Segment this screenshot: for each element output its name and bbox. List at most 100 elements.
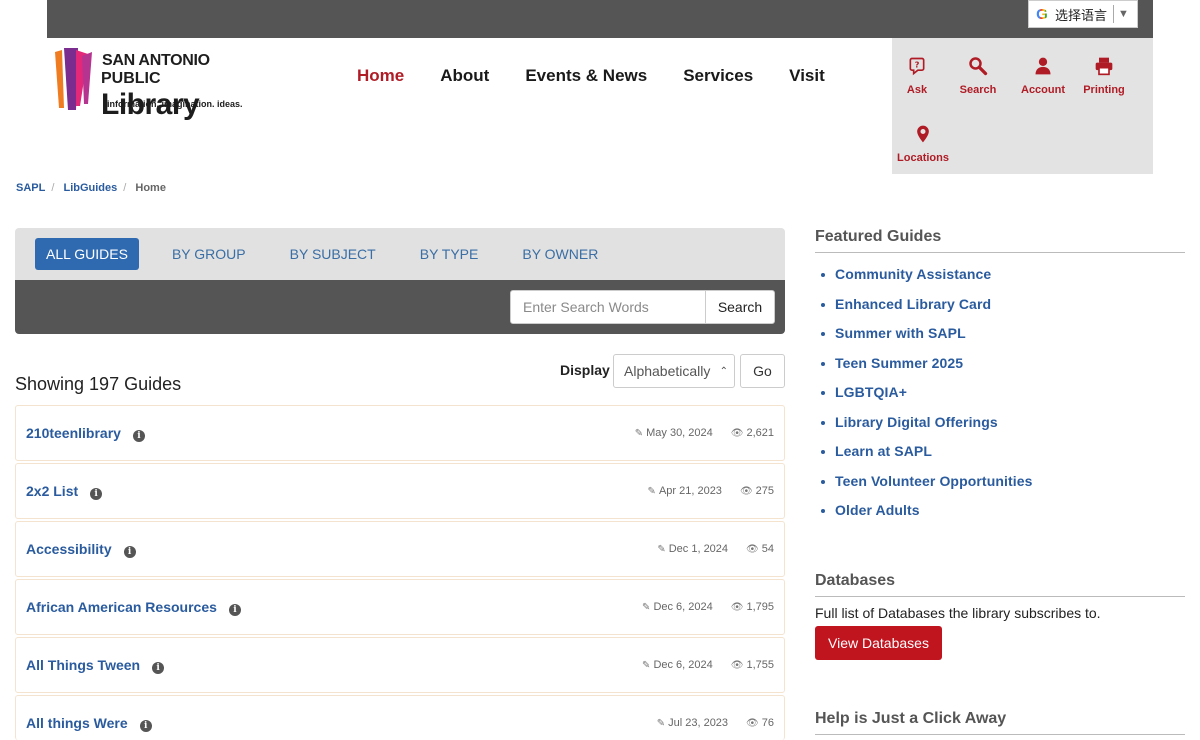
eye-icon: 👁 [746, 718, 759, 729]
guide-link[interactable]: All things Were i [26, 715, 152, 732]
guide-search-bar: Search [15, 280, 785, 334]
breadcrumb-sapl[interactable]: SAPL [16, 182, 45, 194]
map-pin-icon [896, 124, 950, 150]
nav-about[interactable]: About [440, 66, 489, 86]
translate-bar: G 选择语言 ▼ [47, 0, 1153, 38]
guide-link[interactable]: 210teenlibrary i [26, 425, 145, 442]
featured-guide-link[interactable]: Enhanced Library Card [835, 296, 991, 312]
eye-icon: 👁 [730, 602, 744, 613]
quick-link-search[interactable]: Search [958, 56, 998, 96]
list-item: African American Resources i ✎ Dec 6, 2024… [15, 579, 785, 635]
tab-by-group[interactable]: BY GROUP [172, 246, 246, 262]
featured-guide-link[interactable]: LGBTQIA+ [835, 384, 907, 400]
list-item: Accessibility i ✎ Dec 1, 2024 👁 54 [15, 521, 785, 577]
language-selector-label: 选择语言 [1055, 7, 1108, 23]
go-button[interactable]: Go [740, 354, 785, 388]
featured-guides-heading: Featured Guides [815, 228, 1185, 253]
guide-meta: ✎ Apr 21, 2023 👁 275 [648, 485, 774, 497]
edit-icon: ✎ [634, 428, 644, 439]
tab-by-type[interactable]: BY TYPE [420, 246, 479, 262]
nav-visit[interactable]: Visit [789, 66, 825, 86]
guide-meta: ✎ Dec 1, 2024 👁 54 [657, 543, 774, 555]
quick-link-label: Ask [906, 84, 928, 96]
featured-guide-link[interactable]: Teen Summer 2025 [835, 355, 963, 371]
nav-services[interactable]: Services [683, 66, 753, 86]
quick-links-panel: ? Ask Search Account Printing Locations [892, 38, 1153, 174]
library-logo[interactable]: SAN ANTONIO PUBLIC Library information. … [52, 46, 252, 121]
google-g-icon: G [1036, 5, 1048, 23]
list-item: Library Digital Offerings [821, 414, 1033, 444]
list-item: All things Were i ✎ Jul 23, 2023 👁 76 [15, 695, 785, 740]
list-item: Older Adults [821, 502, 1033, 532]
eye-icon: 👁 [730, 428, 744, 439]
nav-events-news[interactable]: Events & News [525, 66, 647, 86]
guide-tabs: ALL GUIDES BY GROUP BY SUBJECT BY TYPE B… [15, 228, 785, 280]
quick-link-label: Printing [1083, 84, 1125, 96]
guide-date: Jul 23, 2023 [668, 717, 729, 729]
guide-link[interactable]: All Things Tween i [26, 657, 165, 674]
eye-icon: 👁 [746, 544, 759, 555]
tab-by-owner[interactable]: BY OWNER [522, 246, 598, 262]
guide-date: May 30, 2024 [646, 427, 713, 439]
list-item: 210teenlibrary i ✎ May 30, 2024 👁 2,621 [15, 405, 785, 461]
featured-guide-link[interactable]: Community Assistance [835, 266, 991, 282]
guide-meta: ✎ Dec 6, 2024 👁 1,755 [642, 659, 774, 671]
featured-guides-list: Community Assistance Enhanced Library Ca… [821, 266, 1033, 532]
guide-views: 76 [761, 717, 774, 729]
guide-date: Dec 6, 2024 [653, 659, 713, 671]
info-icon[interactable]: i [139, 720, 152, 732]
list-item: Teen Volunteer Opportunities [821, 473, 1033, 503]
guide-views: 54 [761, 543, 774, 555]
quick-link-ask[interactable]: ? Ask [902, 56, 932, 96]
info-icon[interactable]: i [228, 604, 241, 616]
guide-views: 1,795 [746, 601, 774, 613]
featured-guide-link[interactable]: Library Digital Offerings [835, 414, 998, 430]
quick-link-printing[interactable]: Printing [1081, 56, 1127, 96]
quick-link-label: Locations [897, 152, 949, 164]
info-icon[interactable]: i [132, 430, 145, 442]
tab-all-guides[interactable]: ALL GUIDES [35, 238, 139, 270]
logo-line2: PUBLIC Library [101, 70, 200, 121]
breadcrumb-libguides[interactable]: LibGuides [63, 182, 117, 194]
search-button[interactable]: Search [705, 290, 775, 324]
featured-guide-link[interactable]: Learn at SAPL [835, 443, 932, 459]
eye-icon: 👁 [730, 660, 744, 671]
search-icon [958, 56, 998, 82]
featured-guide-link[interactable]: Teen Volunteer Opportunities [835, 473, 1033, 489]
list-item: Community Assistance [821, 266, 1033, 296]
guide-views: 2,621 [746, 427, 774, 439]
guide-link[interactable]: Accessibility i [26, 541, 136, 558]
display-select[interactable]: Alphabetically ⌃ [613, 354, 735, 388]
list-item: Teen Summer 2025 [821, 355, 1033, 385]
view-databases-button[interactable]: View Databases [815, 626, 942, 660]
quick-link-label: Search [959, 84, 997, 96]
language-selector[interactable]: G 选择语言 ▼ [1028, 0, 1138, 28]
quick-link-label: Account [1021, 84, 1065, 96]
guide-link[interactable]: African American Resources i [26, 599, 241, 616]
dropdown-arrow-icon: ▼ [1118, 8, 1129, 20]
guide-meta: ✎ May 30, 2024 👁 2,621 [635, 427, 774, 439]
guide-link[interactable]: 2x2 List i [26, 483, 103, 500]
info-icon[interactable]: i [152, 662, 165, 674]
quick-link-account[interactable]: Account [1019, 56, 1067, 96]
quick-link-locations[interactable]: Locations [896, 124, 950, 164]
logo-line1: SAN ANTONIO [102, 52, 210, 69]
breadcrumb: SAPL / LibGuides / Home [16, 182, 166, 194]
info-icon[interactable]: i [90, 488, 103, 500]
nav-home[interactable]: Home [357, 66, 404, 86]
list-item: All Things Tween i ✎ Dec 6, 2024 👁 1,755 [15, 637, 785, 693]
edit-icon: ✎ [642, 660, 651, 671]
featured-guide-link[interactable]: Older Adults [835, 502, 920, 518]
search-input[interactable] [510, 290, 706, 324]
divider [1113, 5, 1115, 23]
guide-date: Apr 21, 2023 [658, 485, 722, 497]
tab-by-subject[interactable]: BY SUBJECT [290, 246, 376, 262]
guide-meta: ✎ Dec 6, 2024 👁 1,795 [642, 601, 774, 613]
edit-icon: ✎ [642, 602, 651, 613]
featured-guide-link[interactable]: Summer with SAPL [835, 325, 966, 341]
info-icon[interactable]: i [123, 546, 136, 558]
display-label: Display [560, 362, 610, 378]
guide-meta: ✎ Jul 23, 2023 👁 76 [657, 717, 774, 729]
list-item: Learn at SAPL [821, 443, 1033, 473]
guide-views: 275 [755, 485, 774, 497]
